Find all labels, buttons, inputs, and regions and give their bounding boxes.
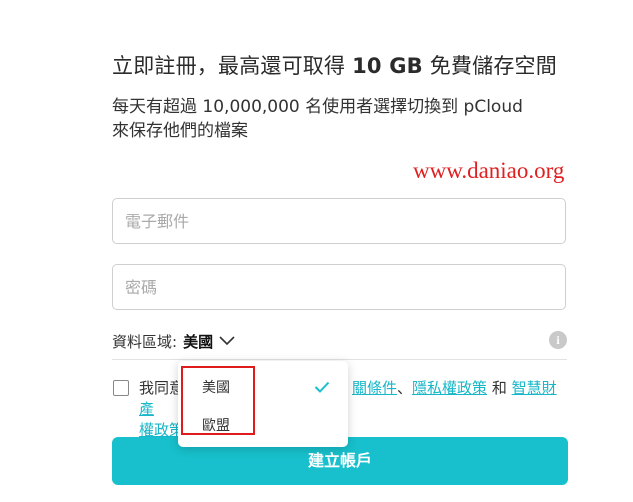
- chevron-down-icon[interactable]: [219, 332, 235, 350]
- watermark-text: www.daniao.org: [413, 158, 565, 183]
- region-select[interactable]: 美國: [183, 331, 213, 352]
- terms-link-conditions[interactable]: 關條件: [352, 379, 397, 397]
- subtitle-line-1: 每天有超過 10,000,000 名使用者選擇切換到 pCloud: [112, 97, 523, 117]
- terms-checkbox[interactable]: [113, 380, 129, 396]
- password-input[interactable]: [113, 265, 565, 309]
- terms-link-privacy[interactable]: 隱私權政策: [412, 379, 487, 397]
- terms-separator: 、: [397, 379, 413, 397]
- dropdown-option-us[interactable]: 美國: [202, 377, 230, 397]
- checkmark-icon: [314, 378, 330, 397]
- page-subtitle: 每天有超過 10,000,000 名使用者選擇切換到 pCloud 來保存他們的…: [112, 95, 582, 143]
- subtitle-line-2: 來保存他們的檔案: [112, 121, 248, 141]
- dropdown-option-eu[interactable]: 歐盟: [202, 415, 230, 435]
- divider: [112, 359, 567, 360]
- email-input[interactable]: [113, 199, 565, 243]
- below-button-text: [300, 493, 360, 502]
- region-label: 資料區域:: [112, 332, 178, 351]
- data-region-row: 資料區域: 美國: [112, 331, 235, 351]
- terms-and: 和: [487, 379, 512, 397]
- password-field[interactable]: [112, 264, 566, 310]
- headline-prefix: 立即註冊，最高還可取得: [112, 54, 353, 78]
- headline-storage-amount: 10 GB: [352, 54, 423, 78]
- region-dropdown-menu: 美國 歐盟: [178, 361, 348, 447]
- email-field[interactable]: [112, 198, 566, 244]
- headline-suffix: 免費儲存空間: [422, 54, 557, 78]
- info-icon[interactable]: i: [549, 331, 567, 349]
- page-headline: 立即註冊，最高還可取得 10 GB 免費儲存空間: [112, 50, 612, 80]
